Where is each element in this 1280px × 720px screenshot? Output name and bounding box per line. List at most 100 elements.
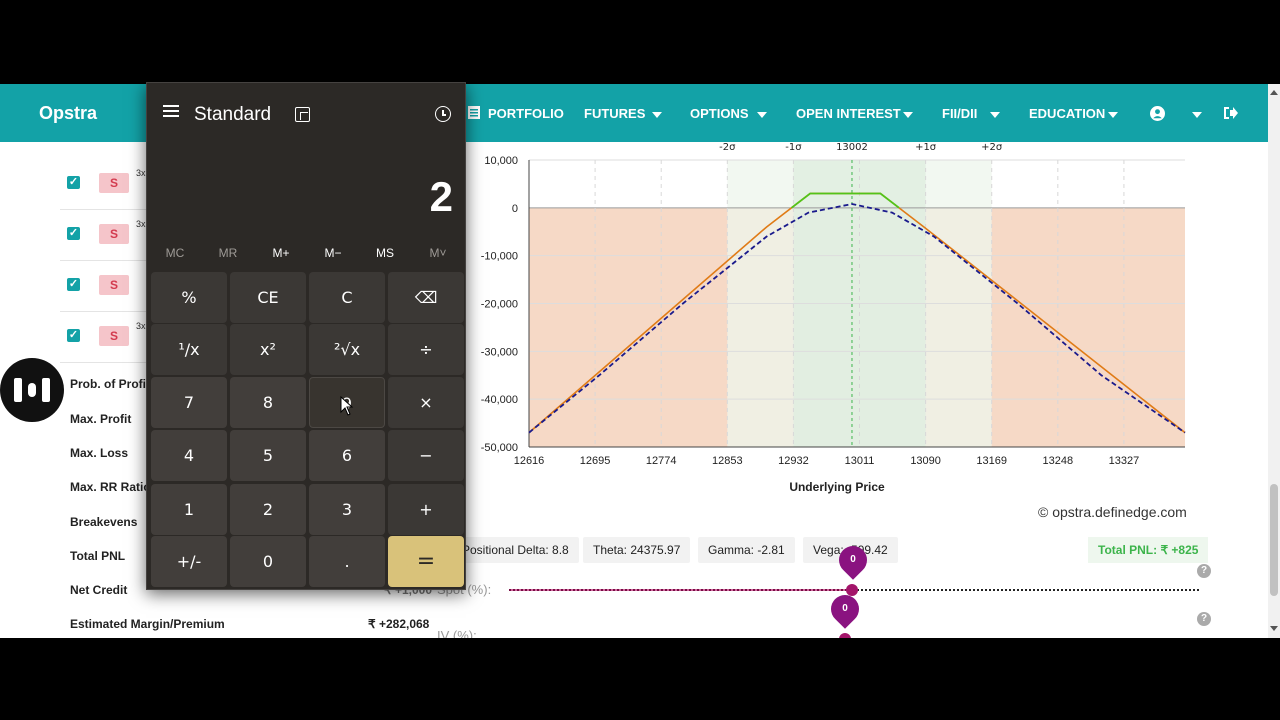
digit-8-button[interactable]: 8	[230, 377, 306, 428]
chevron-down-icon[interactable]	[652, 112, 662, 118]
digit-6-button[interactable]: 6	[309, 430, 385, 481]
y-tick-label: 10,000	[484, 155, 518, 167]
clear-button[interactable]: C	[309, 272, 385, 323]
stat-max-rr-ratio-label: Max. RR Ratio	[70, 480, 151, 494]
percent-button[interactable]: %	[151, 272, 227, 323]
digit-2-button[interactable]: 2	[230, 484, 306, 535]
strategy-leg-row: ✓ S 3x	[60, 313, 150, 363]
leg-lots: 3x	[136, 219, 146, 229]
negate-button[interactable]: +/-	[151, 536, 227, 587]
scroll-down-icon[interactable]	[1270, 626, 1278, 631]
y-tick-label: -40,000	[481, 394, 518, 406]
chevron-down-icon[interactable]	[1108, 112, 1118, 118]
iv-slider-handle[interactable]	[839, 633, 851, 638]
square-button[interactable]: x²	[230, 324, 306, 375]
stat-net-credit-label: Net Credit	[70, 583, 128, 597]
spot-slider-fill	[509, 589, 852, 591]
nav-futures[interactable]: FUTURES	[584, 106, 645, 121]
strategy-leg-row: ✓ S	[60, 262, 150, 312]
sigma-label: 13002	[836, 142, 868, 153]
calculator-display: 2	[429, 173, 453, 220]
chevron-down-icon[interactable]	[990, 112, 1000, 118]
y-tick-label: -10,000	[481, 251, 518, 263]
nav-fii-dii[interactable]: FII/DII	[942, 106, 977, 121]
chevron-down-icon[interactable]	[903, 112, 913, 118]
digit-3-button[interactable]: 3	[309, 484, 385, 535]
help-icon[interactable]: ?	[1197, 612, 1211, 626]
memory-recall-button[interactable]: MR	[203, 246, 253, 260]
sigma-label: +2σ	[981, 142, 1003, 153]
memory-list-button[interactable]: M˅	[413, 246, 463, 260]
digit-5-button[interactable]: 5	[230, 430, 306, 481]
stat-estimated-margin-label: Estimated Margin/Premium	[70, 617, 225, 631]
square-root-button[interactable]: ²√x	[309, 324, 385, 375]
subtract-button[interactable]: −	[388, 430, 464, 481]
x-tick-label: 13327	[1109, 455, 1140, 467]
calculator-window[interactable]: Standard 2 MC MR M+ M− MS M˅ % CE C ⌫ ¹/x x² ²…	[146, 82, 466, 590]
nav-portfolio[interactable]: PORTFOLIO	[488, 106, 564, 121]
memory-clear-button[interactable]: MC	[150, 246, 200, 260]
leg-checkbox[interactable]: ✓	[67, 329, 80, 342]
gamma-value: Gamma: -2.81	[698, 537, 795, 563]
sigma-label: +1σ	[915, 142, 937, 153]
leg-checkbox[interactable]: ✓	[67, 227, 80, 240]
sell-badge[interactable]: S	[99, 224, 129, 244]
x-tick-label: 13090	[910, 455, 941, 467]
x-tick-label: 12616	[514, 455, 545, 467]
portfolio-icon	[468, 106, 480, 122]
x-tick-label: 12774	[646, 455, 677, 467]
site-credit[interactable]: © opstra.definedge.com	[1038, 504, 1187, 520]
y-tick-label: -50,000	[481, 442, 518, 454]
memory-store-button[interactable]: MS	[360, 246, 410, 260]
iv-value-text: 0	[842, 603, 848, 614]
nav-open-interest[interactable]: OPEN INTEREST	[796, 106, 901, 121]
scrollbar-thumb[interactable]	[1270, 484, 1278, 596]
iv-slider-label: IV (%):	[437, 628, 477, 638]
digit-0-button[interactable]: 0	[230, 536, 306, 587]
divide-button[interactable]: ÷	[388, 324, 464, 375]
leg-lots: 3x	[136, 321, 146, 331]
strategy-leg-row: ✓ S 3x	[60, 160, 150, 210]
sell-badge[interactable]: S	[99, 326, 129, 346]
stat-total-pnl-label: Total PNL	[70, 549, 126, 563]
user-account-icon[interactable]	[1150, 106, 1165, 126]
stat-breakevens-label: Breakevens	[70, 515, 138, 529]
x-tick-label: 12853	[712, 455, 743, 467]
stat-max-loss-label: Max. Loss	[70, 446, 129, 460]
digit-1-button[interactable]: 1	[151, 484, 227, 535]
desktop: Opstra PORTFOLIO FUTURES OPTIONS OPEN IN…	[0, 0, 1280, 720]
backspace-button[interactable]: ⌫	[388, 272, 464, 323]
chevron-down-icon[interactable]	[757, 112, 767, 118]
scroll-up-icon[interactable]	[1270, 90, 1278, 95]
multiply-button[interactable]: ×	[388, 377, 464, 428]
total-pnl-badge: Total PNL: ₹ +825	[1088, 537, 1209, 563]
chevron-down-icon[interactable]	[1192, 112, 1202, 118]
digit-7-button[interactable]: 7	[151, 377, 227, 428]
nav-education[interactable]: EDUCATION	[1029, 106, 1105, 121]
memory-subtract-button[interactable]: M−	[308, 246, 358, 260]
history-icon[interactable]	[435, 106, 451, 122]
hamburger-menu-icon[interactable]	[163, 105, 179, 117]
x-tick-label: 13169	[976, 455, 1007, 467]
equals-button[interactable]: =	[388, 536, 464, 587]
clear-entry-button[interactable]: CE	[230, 272, 306, 323]
x-tick-label: 13248	[1043, 455, 1074, 467]
add-button[interactable]: +	[388, 484, 464, 535]
help-icon[interactable]: ?	[1197, 564, 1211, 578]
memory-add-button[interactable]: M+	[256, 246, 306, 260]
sell-badge[interactable]: S	[99, 173, 129, 193]
sell-badge[interactable]: S	[99, 275, 129, 295]
nav-options[interactable]: OPTIONS	[690, 106, 749, 121]
sigma-label: -2σ	[719, 142, 736, 153]
strategy-leg-row: ✓ S 3x	[60, 211, 150, 261]
digit-4-button[interactable]: 4	[151, 430, 227, 481]
page-scrollbar[interactable]	[1268, 84, 1280, 638]
reciprocal-button[interactable]: ¹/x	[151, 324, 227, 375]
leg-checkbox[interactable]: ✓	[67, 278, 80, 291]
logout-icon[interactable]	[1223, 106, 1239, 125]
keep-on-top-icon[interactable]	[295, 107, 310, 122]
stat-max-profit-label: Max. Profit	[70, 412, 132, 426]
leg-checkbox[interactable]: ✓	[67, 176, 80, 189]
brand-logo[interactable]: Opstra	[39, 103, 97, 124]
decimal-button[interactable]: .	[309, 536, 385, 587]
